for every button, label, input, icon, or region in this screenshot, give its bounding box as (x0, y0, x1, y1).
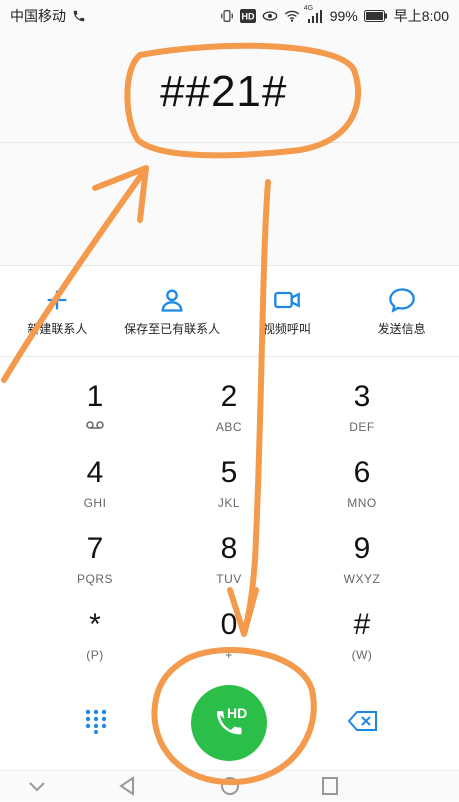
key-digit: 9 (353, 532, 371, 565)
new-contact-button[interactable]: 新建联系人 (0, 266, 115, 356)
vibrate-icon (220, 9, 234, 23)
key-7[interactable]: 7 PQRS (35, 532, 155, 607)
key-digit: 2 (220, 380, 238, 413)
actions-row: 新建联系人 保存至已有联系人 视频呼叫 发送信息 (0, 266, 459, 357)
key-digit: 4 (86, 456, 104, 489)
key-digit: 8 (220, 532, 238, 565)
key-letters: TUV (216, 572, 242, 586)
home-button[interactable] (218, 775, 242, 797)
key-8[interactable]: 8 TUV (169, 532, 289, 607)
key-digit: 3 (353, 380, 371, 413)
key-hash[interactable]: # (W) (302, 608, 422, 683)
suggestions-area (0, 143, 459, 266)
key-letters: + (225, 648, 233, 662)
signal-icon: 4G (304, 5, 324, 23)
send-message-label: 发送信息 (377, 321, 426, 336)
recents-button[interactable] (318, 775, 342, 797)
hd-status-icon: HD (239, 9, 256, 23)
key-5[interactable]: 5 JKL (169, 456, 289, 531)
key-letters: (W) (351, 648, 373, 662)
key-4[interactable]: 4 GHI (35, 456, 155, 531)
voicemail-icon (86, 421, 104, 429)
carrier-name: 中国移动 (10, 8, 66, 24)
recents-square-icon (322, 777, 338, 795)
key-letters: DEF (349, 420, 375, 434)
navigation-bar (0, 770, 459, 801)
key-digit: 5 (220, 456, 238, 489)
new-contact-label: 新建联系人 (27, 321, 88, 336)
key-1[interactable]: 1 (35, 380, 155, 455)
call-status-icon (72, 9, 86, 23)
key-2[interactable]: 2 ABC (169, 380, 289, 455)
key-9[interactable]: 9 WXYZ (302, 532, 422, 607)
key-letters: MNO (347, 496, 377, 510)
number-display[interactable]: ##21# (0, 32, 459, 143)
hide-keyboard-button[interactable] (25, 775, 49, 797)
video-call-label: 视频呼叫 (262, 321, 311, 336)
status-right: HD 4G 99% 早上8:00 (220, 5, 449, 26)
backspace-button[interactable] (347, 710, 378, 732)
eye-icon (262, 9, 278, 23)
status-left: 中国移动 (10, 6, 86, 26)
keypad: 1 2 ABC 3 DEF 4 GHI 5 JKL 6 MNO 7 PQRS 8… (0, 360, 459, 670)
key-digit: # (353, 608, 371, 641)
video-icon (274, 291, 300, 308)
key-star[interactable]: * (P) (35, 608, 155, 683)
status-bar: 中国移动 HD 4G 99% 早上8:00 (0, 0, 459, 32)
message-icon (388, 287, 415, 313)
key-3[interactable]: 3 DEF (302, 380, 422, 455)
wifi-icon (284, 9, 300, 23)
key-digit: 0 (220, 608, 238, 641)
person-icon (161, 289, 183, 312)
key-letters: WXYZ (343, 572, 381, 586)
key-letters: (P) (86, 648, 104, 662)
back-button[interactable] (115, 775, 139, 797)
battery-icon (363, 10, 388, 22)
key-digit: 7 (86, 532, 104, 565)
dialpad-toggle-button[interactable] (82, 706, 110, 734)
call-button[interactable]: HD (191, 685, 267, 761)
dialed-number: ##21# (160, 67, 288, 116)
backspace-icon (347, 711, 377, 731)
send-message-button[interactable]: 发送信息 (344, 266, 459, 356)
dialpad-icon (85, 709, 107, 734)
key-digit: 1 (86, 380, 104, 413)
chevron-down-icon (29, 782, 45, 792)
hd-call-label: HD (227, 705, 248, 721)
back-triangle-icon (119, 776, 134, 796)
key-0[interactable]: 0 + (169, 608, 289, 683)
key-6[interactable]: 6 MNO (302, 456, 422, 531)
key-digit: * (89, 608, 101, 641)
key-letters: PQRS (76, 572, 113, 586)
network-type-label: 4G (303, 5, 314, 12)
video-call-button[interactable]: 视频呼叫 (230, 266, 345, 356)
add-contact-icon (48, 290, 67, 309)
save-to-existing-button[interactable]: 保存至已有联系人 (115, 266, 230, 356)
key-digit: 6 (353, 456, 371, 489)
battery-percent: 99% (329, 8, 358, 24)
home-circle-icon (221, 777, 239, 795)
save-to-existing-label: 保存至已有联系人 (124, 321, 221, 336)
key-letters: JKL (217, 496, 241, 510)
dial-action-bar: HD (0, 680, 459, 761)
hd-status-text: HD (241, 12, 254, 22)
key-letters: GHI (83, 496, 107, 510)
key-letters: ABC (215, 420, 243, 434)
clock: 早上8:00 (393, 8, 449, 24)
